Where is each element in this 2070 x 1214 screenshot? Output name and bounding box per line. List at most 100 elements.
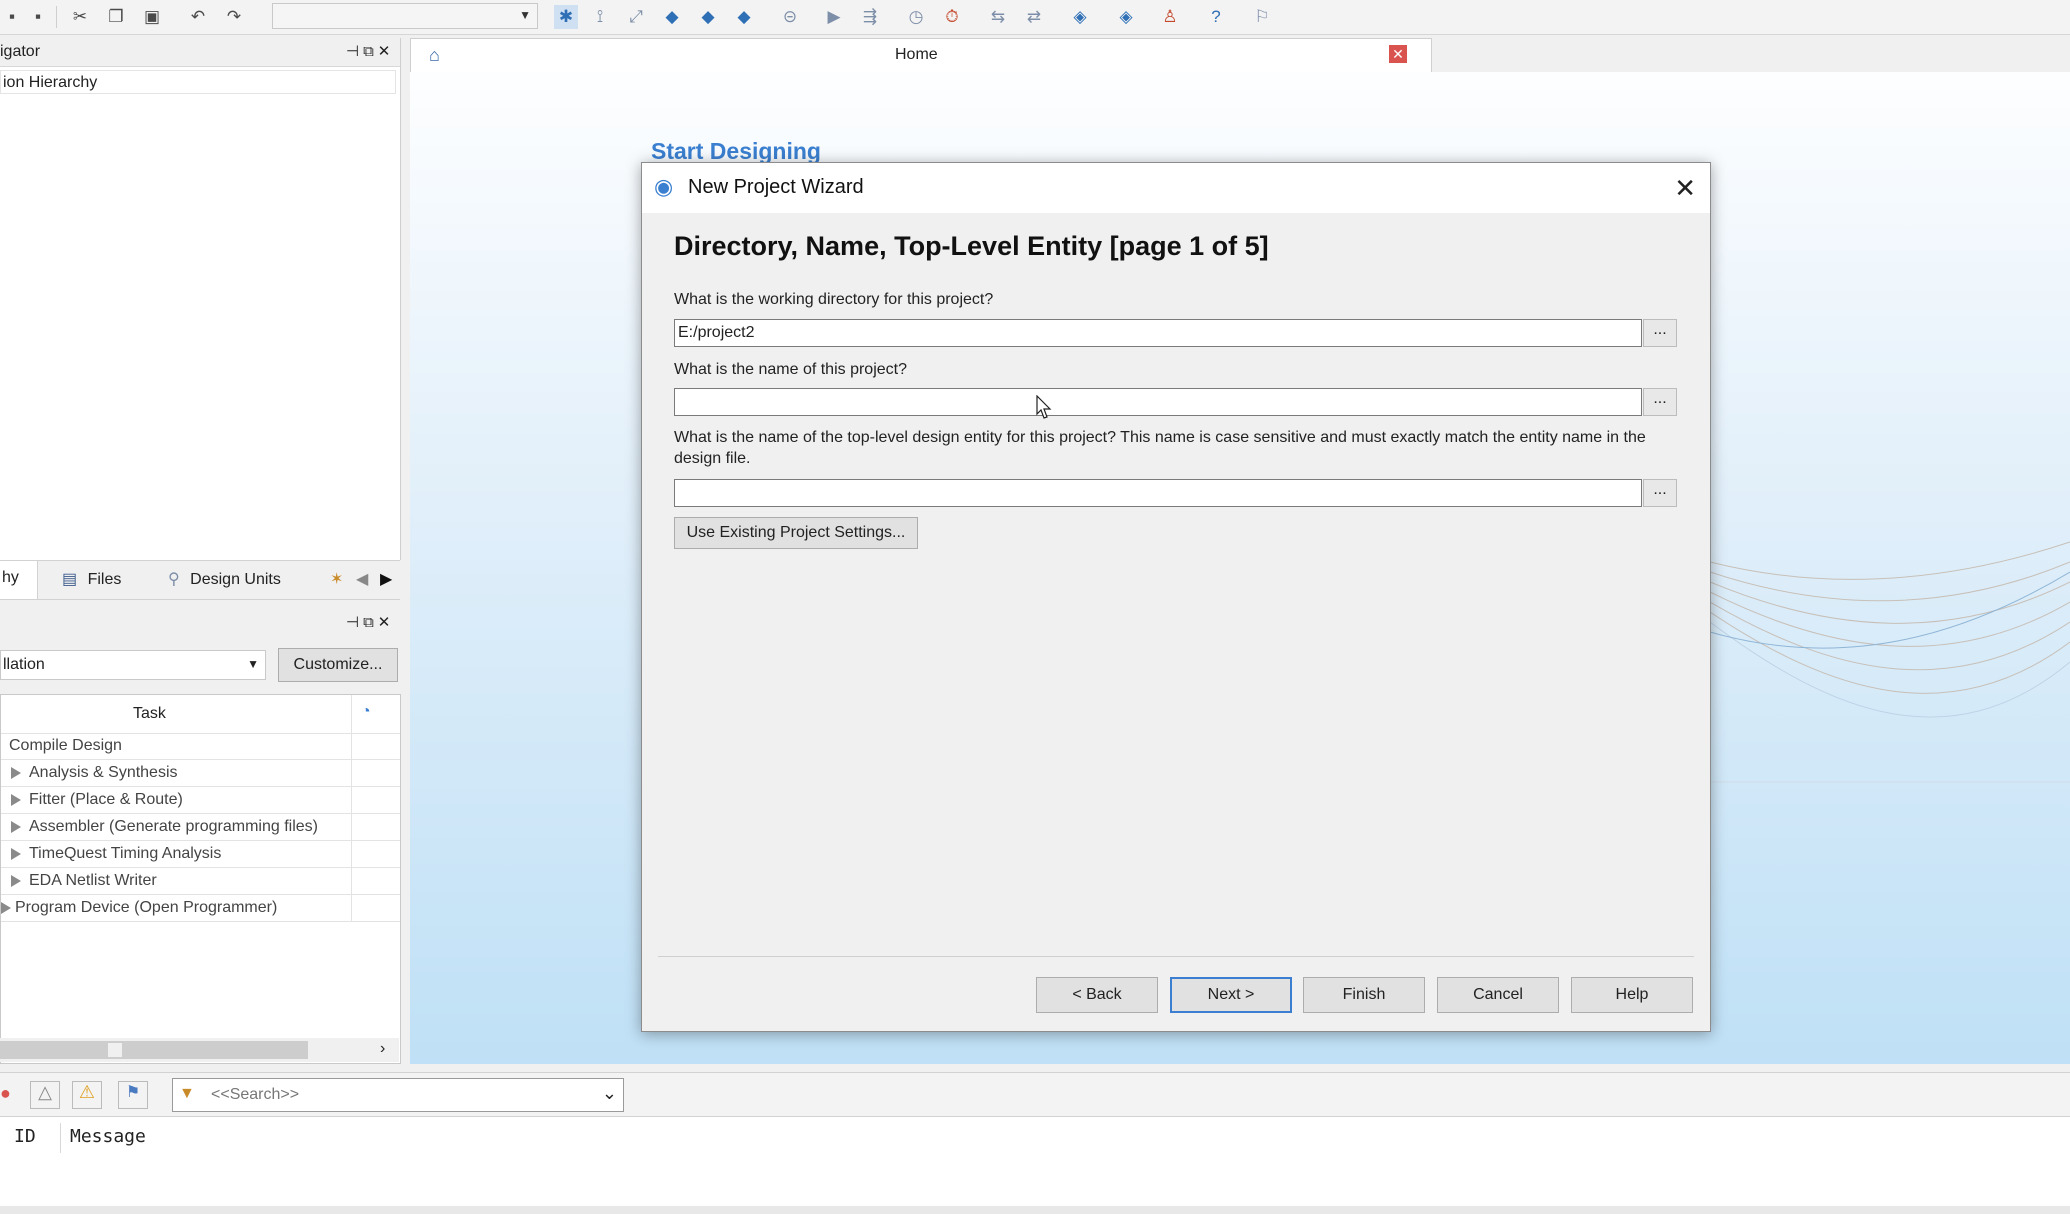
rtl-viewer-icon[interactable]: ⇆	[986, 5, 1010, 29]
column-divider	[351, 760, 352, 786]
save-icon[interactable]: ▪	[0, 5, 24, 29]
expand-arrow-icon[interactable]	[1, 901, 11, 914]
programmer-icon[interactable]: ◈	[1068, 5, 1092, 29]
browse-entity-button[interactable]: ...	[1643, 479, 1677, 507]
suppressed-filter-icon[interactable]: ⚑	[118, 1081, 148, 1109]
close-tab-icon[interactable]: ✕	[1389, 45, 1407, 63]
fitter-icon[interactable]: ◆	[696, 5, 720, 29]
scroll-right-icon[interactable]: ›	[380, 1040, 385, 1058]
warning-filter-icon[interactable]: ⚠	[72, 1081, 102, 1109]
customize-button[interactable]: Customize...	[278, 648, 398, 682]
mouse-cursor-icon	[1036, 395, 1052, 419]
task-row[interactable]: Fitter (Place & Route)	[1, 787, 400, 814]
task-row[interactable]: Analysis & Synthesis	[1, 760, 400, 787]
task-row[interactable]: Program Device (Open Programmer)	[1, 895, 400, 922]
start-designing-heading: Start Designing	[651, 138, 821, 164]
redo-icon[interactable]: ↷	[222, 5, 246, 29]
task-row[interactable]: TimeQuest Timing Analysis	[1, 841, 400, 868]
timing-analyzer-icon[interactable]: ⏱	[940, 5, 964, 29]
chevron-down-icon[interactable]: ⌄	[602, 1083, 617, 1104]
tab-files[interactable]: ▤ Files	[62, 569, 121, 589]
column-divider	[351, 814, 352, 840]
message-search-input[interactable]: ▼ <<Search>> ⌄	[172, 1078, 624, 1112]
task-row[interactable]: Assembler (Generate programming files)	[1, 814, 400, 841]
back-button[interactable]: < Back	[1036, 977, 1158, 1013]
tab-hierarchy[interactable]: hy	[0, 561, 38, 599]
scrollbar-thumb[interactable]	[108, 1043, 122, 1057]
browse-directory-button[interactable]: ...	[1643, 319, 1677, 347]
tasks-header: ⊣⧉✕	[0, 609, 400, 637]
cancel-button[interactable]: Cancel	[1437, 977, 1559, 1013]
cut-icon[interactable]: ✂	[68, 5, 92, 29]
project-name-question-label: What is the name of this project?	[674, 361, 907, 378]
hierarchy-row[interactable]: ion Hierarchy	[0, 70, 396, 94]
technology-map-icon[interactable]: ⇄	[1022, 5, 1046, 29]
expand-arrow-icon[interactable]	[11, 847, 21, 860]
start-compilation-icon[interactable]: ▶	[822, 5, 846, 29]
next-button[interactable]: Next >	[1170, 977, 1292, 1013]
task-row[interactable]: Compile Design	[1, 733, 400, 760]
revision-combo[interactable]: ▼	[272, 3, 538, 29]
project-name-input[interactable]	[674, 388, 1642, 416]
cancel-button-label: Cancel	[1473, 986, 1523, 1003]
column-header-id: ID	[14, 1126, 36, 1147]
tab-scroll-left-icon[interactable]: ◀	[356, 569, 368, 589]
signaltap-icon[interactable]: ◈	[1114, 5, 1138, 29]
tab-home[interactable]: ⌂ Home ✕	[410, 38, 1432, 72]
copy-icon[interactable]: ❐	[104, 5, 128, 29]
column-divider	[60, 1123, 61, 1153]
search-help-icon[interactable]: ⚐	[1250, 5, 1274, 29]
working-directory-input[interactable]: E:/project2	[674, 319, 1642, 347]
tab-scroll-right-icon[interactable]: ▶	[380, 569, 392, 589]
column-divider	[351, 895, 352, 921]
expand-arrow-icon[interactable]	[11, 793, 21, 806]
chevron-down-icon: ▼	[247, 657, 259, 671]
analysis-synthesis-icon[interactable]: ◆	[660, 5, 684, 29]
help-icon[interactable]: ?	[1204, 5, 1228, 29]
customize-button-label: Customize...	[293, 656, 383, 673]
wizard-page-heading: Directory, Name, Top-Level Entity [page …	[674, 231, 1269, 261]
use-existing-settings-button[interactable]: Use Existing Project Settings...	[674, 517, 918, 549]
timequest-icon[interactable]: ◷	[904, 5, 928, 29]
chevron-down-icon: ▼	[519, 8, 531, 22]
chip-planner-icon[interactable]: ✱	[554, 5, 578, 29]
start-analysis-icon[interactable]: ⇶	[858, 5, 882, 29]
finish-button[interactable]: Finish	[1303, 977, 1425, 1013]
task-row[interactable]: EDA Netlist Writer	[1, 868, 400, 895]
flow-select[interactable]: llation ▼	[0, 650, 266, 680]
pin-icon[interactable]: ⊣⧉✕	[346, 613, 394, 631]
dialog-title: New Project Wizard	[688, 176, 864, 198]
critical-warning-filter-icon[interactable]: △	[30, 1081, 60, 1109]
save-all-icon[interactable]: ▪	[26, 5, 50, 29]
scrollbar-track[interactable]	[0, 1041, 308, 1059]
dialog-divider	[658, 956, 1694, 957]
expand-arrow-icon[interactable]	[11, 766, 21, 779]
error-filter-icon[interactable]: ●	[0, 1083, 11, 1104]
time-icon: ◔	[361, 703, 371, 720]
tab-design-units[interactable]: ⚲ Design Units	[168, 569, 281, 589]
close-icon[interactable]: ✕	[1674, 173, 1696, 204]
pin-planner-icon[interactable]: ⤢	[624, 5, 648, 29]
working-directory-value: E:/project2	[678, 324, 755, 341]
design-units-icon: ⚲	[168, 571, 180, 588]
tab-design-units-label: Design Units	[190, 571, 281, 588]
column-divider	[351, 733, 352, 759]
top-level-entity-input[interactable]	[674, 479, 1642, 507]
paste-icon[interactable]: ▣	[140, 5, 164, 29]
expand-arrow-icon[interactable]	[11, 820, 21, 833]
assembler-icon[interactable]: ◆	[732, 5, 756, 29]
hierarchy-row-label: ion Hierarchy	[3, 74, 98, 91]
horizontal-scrollbar[interactable]: ›	[0, 1038, 399, 1062]
navigator-tab-bar: hy ▤ Files ⚲ Design Units ✶ ◀ ▶	[0, 560, 400, 600]
netlist-viewer-icon[interactable]: ⟟	[588, 5, 612, 29]
pin-icon[interactable]: ⊣⧉✕	[346, 42, 394, 60]
stop-icon[interactable]: ⊝	[778, 5, 802, 29]
ip-components-icon[interactable]: ✶	[330, 569, 343, 589]
undo-icon[interactable]: ↶	[186, 5, 210, 29]
use-existing-settings-label: Use Existing Project Settings...	[686, 524, 906, 541]
expand-arrow-icon[interactable]	[11, 874, 21, 887]
browse-name-button[interactable]: ...	[1643, 388, 1677, 416]
toolbar-separator	[56, 6, 57, 28]
help-button[interactable]: Help	[1571, 977, 1693, 1013]
chip-editor-icon[interactable]: ♙	[1158, 5, 1182, 29]
